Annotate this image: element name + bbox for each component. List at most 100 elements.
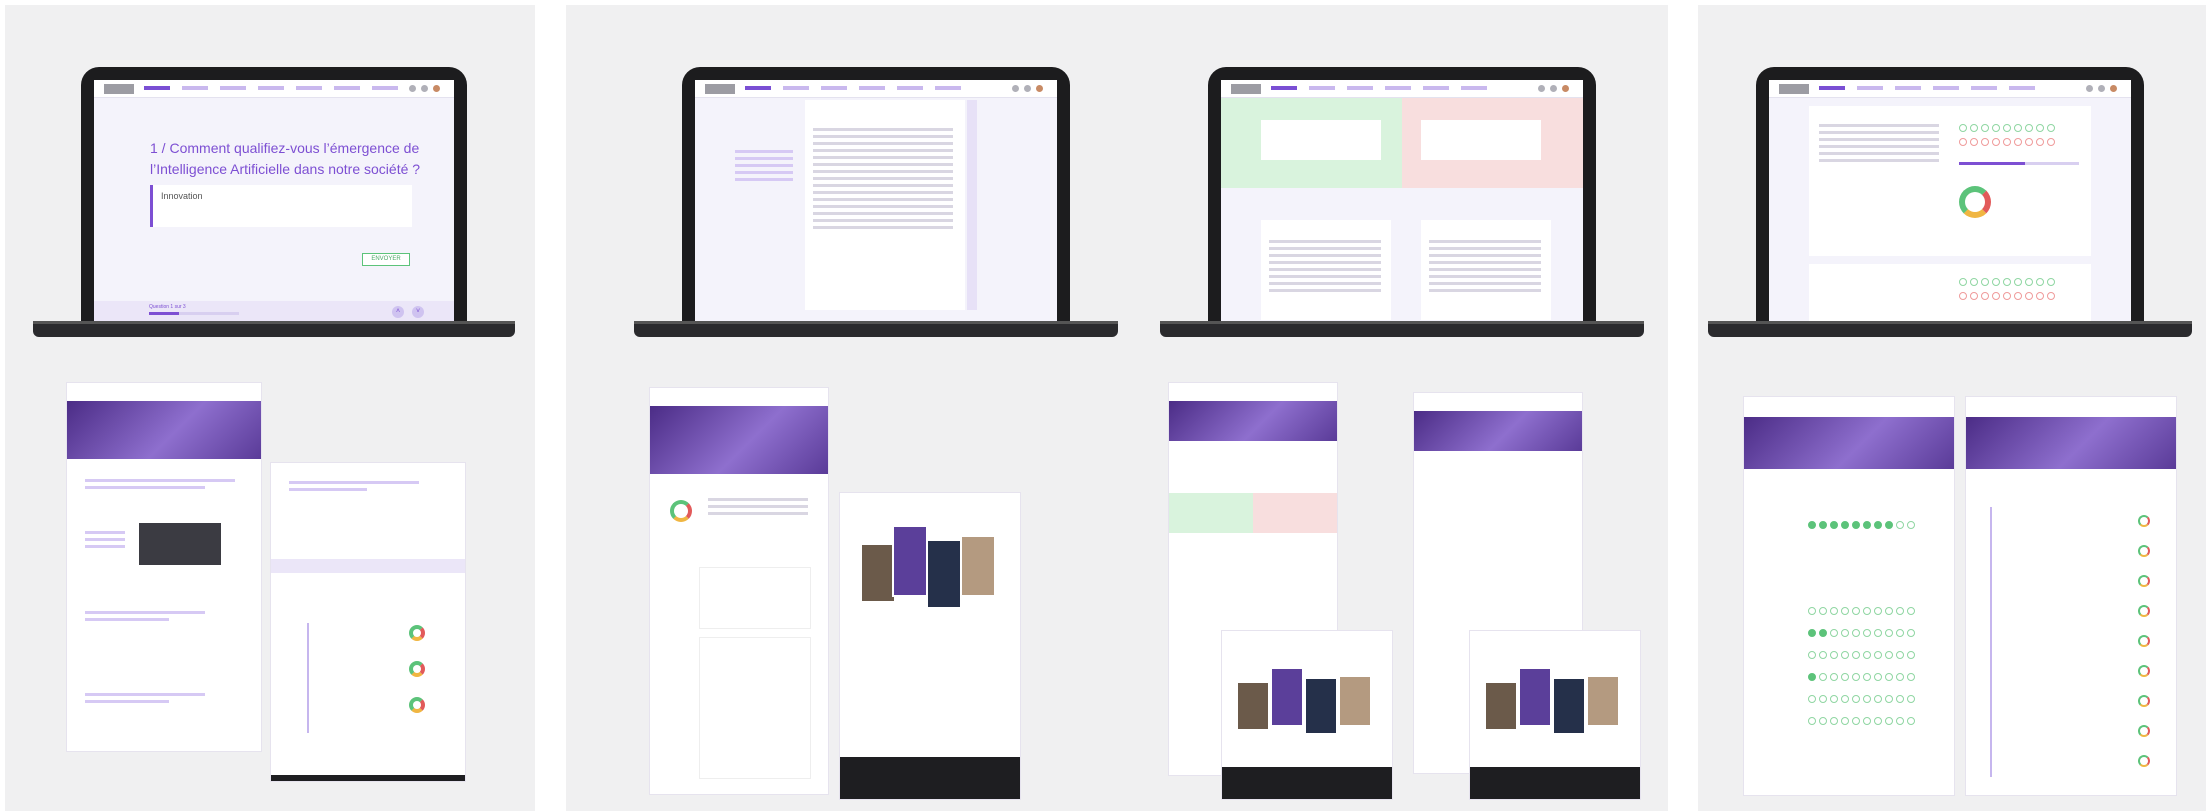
- proposal-card: [1809, 106, 2091, 256]
- chevron-up-icon[interactable]: ˄: [392, 306, 404, 318]
- story-image[interactable]: [1304, 677, 1338, 735]
- rating-row[interactable]: [1808, 607, 1915, 615]
- nav-item[interactable]: [220, 86, 246, 90]
- nav-item[interactable]: [745, 86, 771, 90]
- answer-input[interactable]: Innovation: [150, 185, 412, 227]
- hero-banner: [67, 401, 261, 459]
- settings-icon[interactable]: [409, 85, 416, 92]
- laptop-base: [634, 321, 1118, 337]
- nav-item[interactable]: [296, 86, 322, 90]
- vote-donut: [409, 661, 425, 677]
- send-button[interactable]: ENVOYER: [362, 253, 410, 266]
- chevron-down-icon[interactable]: ˅: [412, 306, 424, 318]
- notification-icon[interactable]: [1024, 85, 1031, 92]
- nav-item[interactable]: [258, 86, 284, 90]
- story-image[interactable]: [926, 539, 962, 609]
- settings-icon[interactable]: [2086, 85, 2093, 92]
- nav-item[interactable]: [897, 86, 923, 90]
- nav-item[interactable]: [859, 86, 885, 90]
- slider-fill: [1959, 162, 2025, 165]
- progress-fill: [149, 312, 179, 315]
- question-footer: Question 1 sur 3 ˄ ˅: [94, 301, 454, 323]
- settings-icon[interactable]: [1538, 85, 1545, 92]
- mobile-mockup-left: [67, 383, 261, 751]
- video-thumbnail[interactable]: [139, 523, 221, 565]
- story-image[interactable]: [1518, 667, 1552, 727]
- story-image[interactable]: [1586, 675, 1620, 727]
- intro-text: [735, 150, 793, 185]
- nav-item[interactable]: [1271, 86, 1297, 90]
- rating-row[interactable]: [1959, 124, 2055, 132]
- question-title: 1 / Comment qualifiez-vous l’émergence d…: [150, 138, 440, 180]
- nav-item[interactable]: [821, 86, 847, 90]
- logo[interactable]: [1779, 84, 1809, 94]
- comment-text: [813, 128, 953, 233]
- story-image[interactable]: [960, 535, 996, 597]
- story-image[interactable]: [892, 525, 928, 597]
- vote-donut: [1959, 186, 1991, 218]
- avatar[interactable]: [1562, 85, 1569, 92]
- nav-item[interactable]: [182, 86, 208, 90]
- nav-item[interactable]: [783, 86, 809, 90]
- user-tools: [2086, 85, 2117, 92]
- nav-item[interactable]: [935, 86, 961, 90]
- story-image[interactable]: [1484, 681, 1518, 731]
- proposal-text: [1819, 124, 1939, 166]
- nav-item[interactable]: [1895, 86, 1921, 90]
- disagree-input[interactable]: [1421, 120, 1541, 160]
- notification-icon[interactable]: [1550, 85, 1557, 92]
- story-image[interactable]: [1338, 675, 1372, 727]
- nav-item[interactable]: [334, 86, 360, 90]
- rating-row[interactable]: [1808, 673, 1915, 681]
- nav-item[interactable]: [1309, 86, 1335, 90]
- rating-row[interactable]: [1808, 695, 1915, 703]
- logo[interactable]: [1231, 84, 1261, 94]
- nav-item[interactable]: [1819, 86, 1845, 90]
- nav-item[interactable]: [2009, 86, 2035, 90]
- top-navigation: [94, 80, 454, 98]
- notification-icon[interactable]: [2098, 85, 2105, 92]
- nav-item[interactable]: [372, 86, 398, 90]
- story-image[interactable]: [1270, 667, 1304, 727]
- avatar[interactable]: [2110, 85, 2117, 92]
- argument-text: [1429, 240, 1541, 296]
- nav-item[interactable]: [1385, 86, 1411, 90]
- agree-input[interactable]: [1261, 120, 1381, 160]
- nav-menu: [1819, 86, 2035, 90]
- nav-item[interactable]: [1933, 86, 1959, 90]
- nav-item[interactable]: [1971, 86, 1997, 90]
- nav-item[interactable]: [144, 86, 170, 90]
- avatar[interactable]: [433, 85, 440, 92]
- vote-donut: [2138, 515, 2150, 527]
- rating-row[interactable]: [1808, 717, 1915, 725]
- comment-card: [700, 568, 810, 628]
- rating-row[interactable]: [1808, 629, 1915, 637]
- thread-scrollbar[interactable]: [967, 100, 977, 310]
- logo[interactable]: [705, 84, 735, 94]
- modal-footer: [840, 757, 1020, 799]
- nav-item[interactable]: [1857, 86, 1883, 90]
- story-image[interactable]: [1552, 677, 1586, 735]
- rating-row[interactable]: [1959, 278, 2055, 286]
- story-image[interactable]: [1236, 681, 1270, 731]
- progress-bar: [149, 312, 239, 315]
- rating-row[interactable]: [1808, 521, 1915, 529]
- settings-icon[interactable]: [1012, 85, 1019, 92]
- hero-banner: [1744, 417, 1954, 469]
- nav-item[interactable]: [1423, 86, 1449, 90]
- notification-icon[interactable]: [421, 85, 428, 92]
- story-image[interactable]: [860, 543, 896, 603]
- laptop-mockup-3: [1160, 67, 1644, 337]
- nav-item[interactable]: [1347, 86, 1373, 90]
- rating-row[interactable]: [1808, 651, 1915, 659]
- rating-row[interactable]: [1959, 292, 2055, 300]
- avatar[interactable]: [1036, 85, 1043, 92]
- discussion-thread: [805, 100, 965, 310]
- argument-text: [1269, 240, 1381, 296]
- vote-slider[interactable]: [1959, 162, 2079, 165]
- modal-mockup: [1470, 631, 1640, 799]
- rating-row[interactable]: [1959, 138, 2055, 146]
- nav-item[interactable]: [1461, 86, 1487, 90]
- logo[interactable]: [104, 84, 134, 94]
- hero-banner: [1966, 417, 2176, 469]
